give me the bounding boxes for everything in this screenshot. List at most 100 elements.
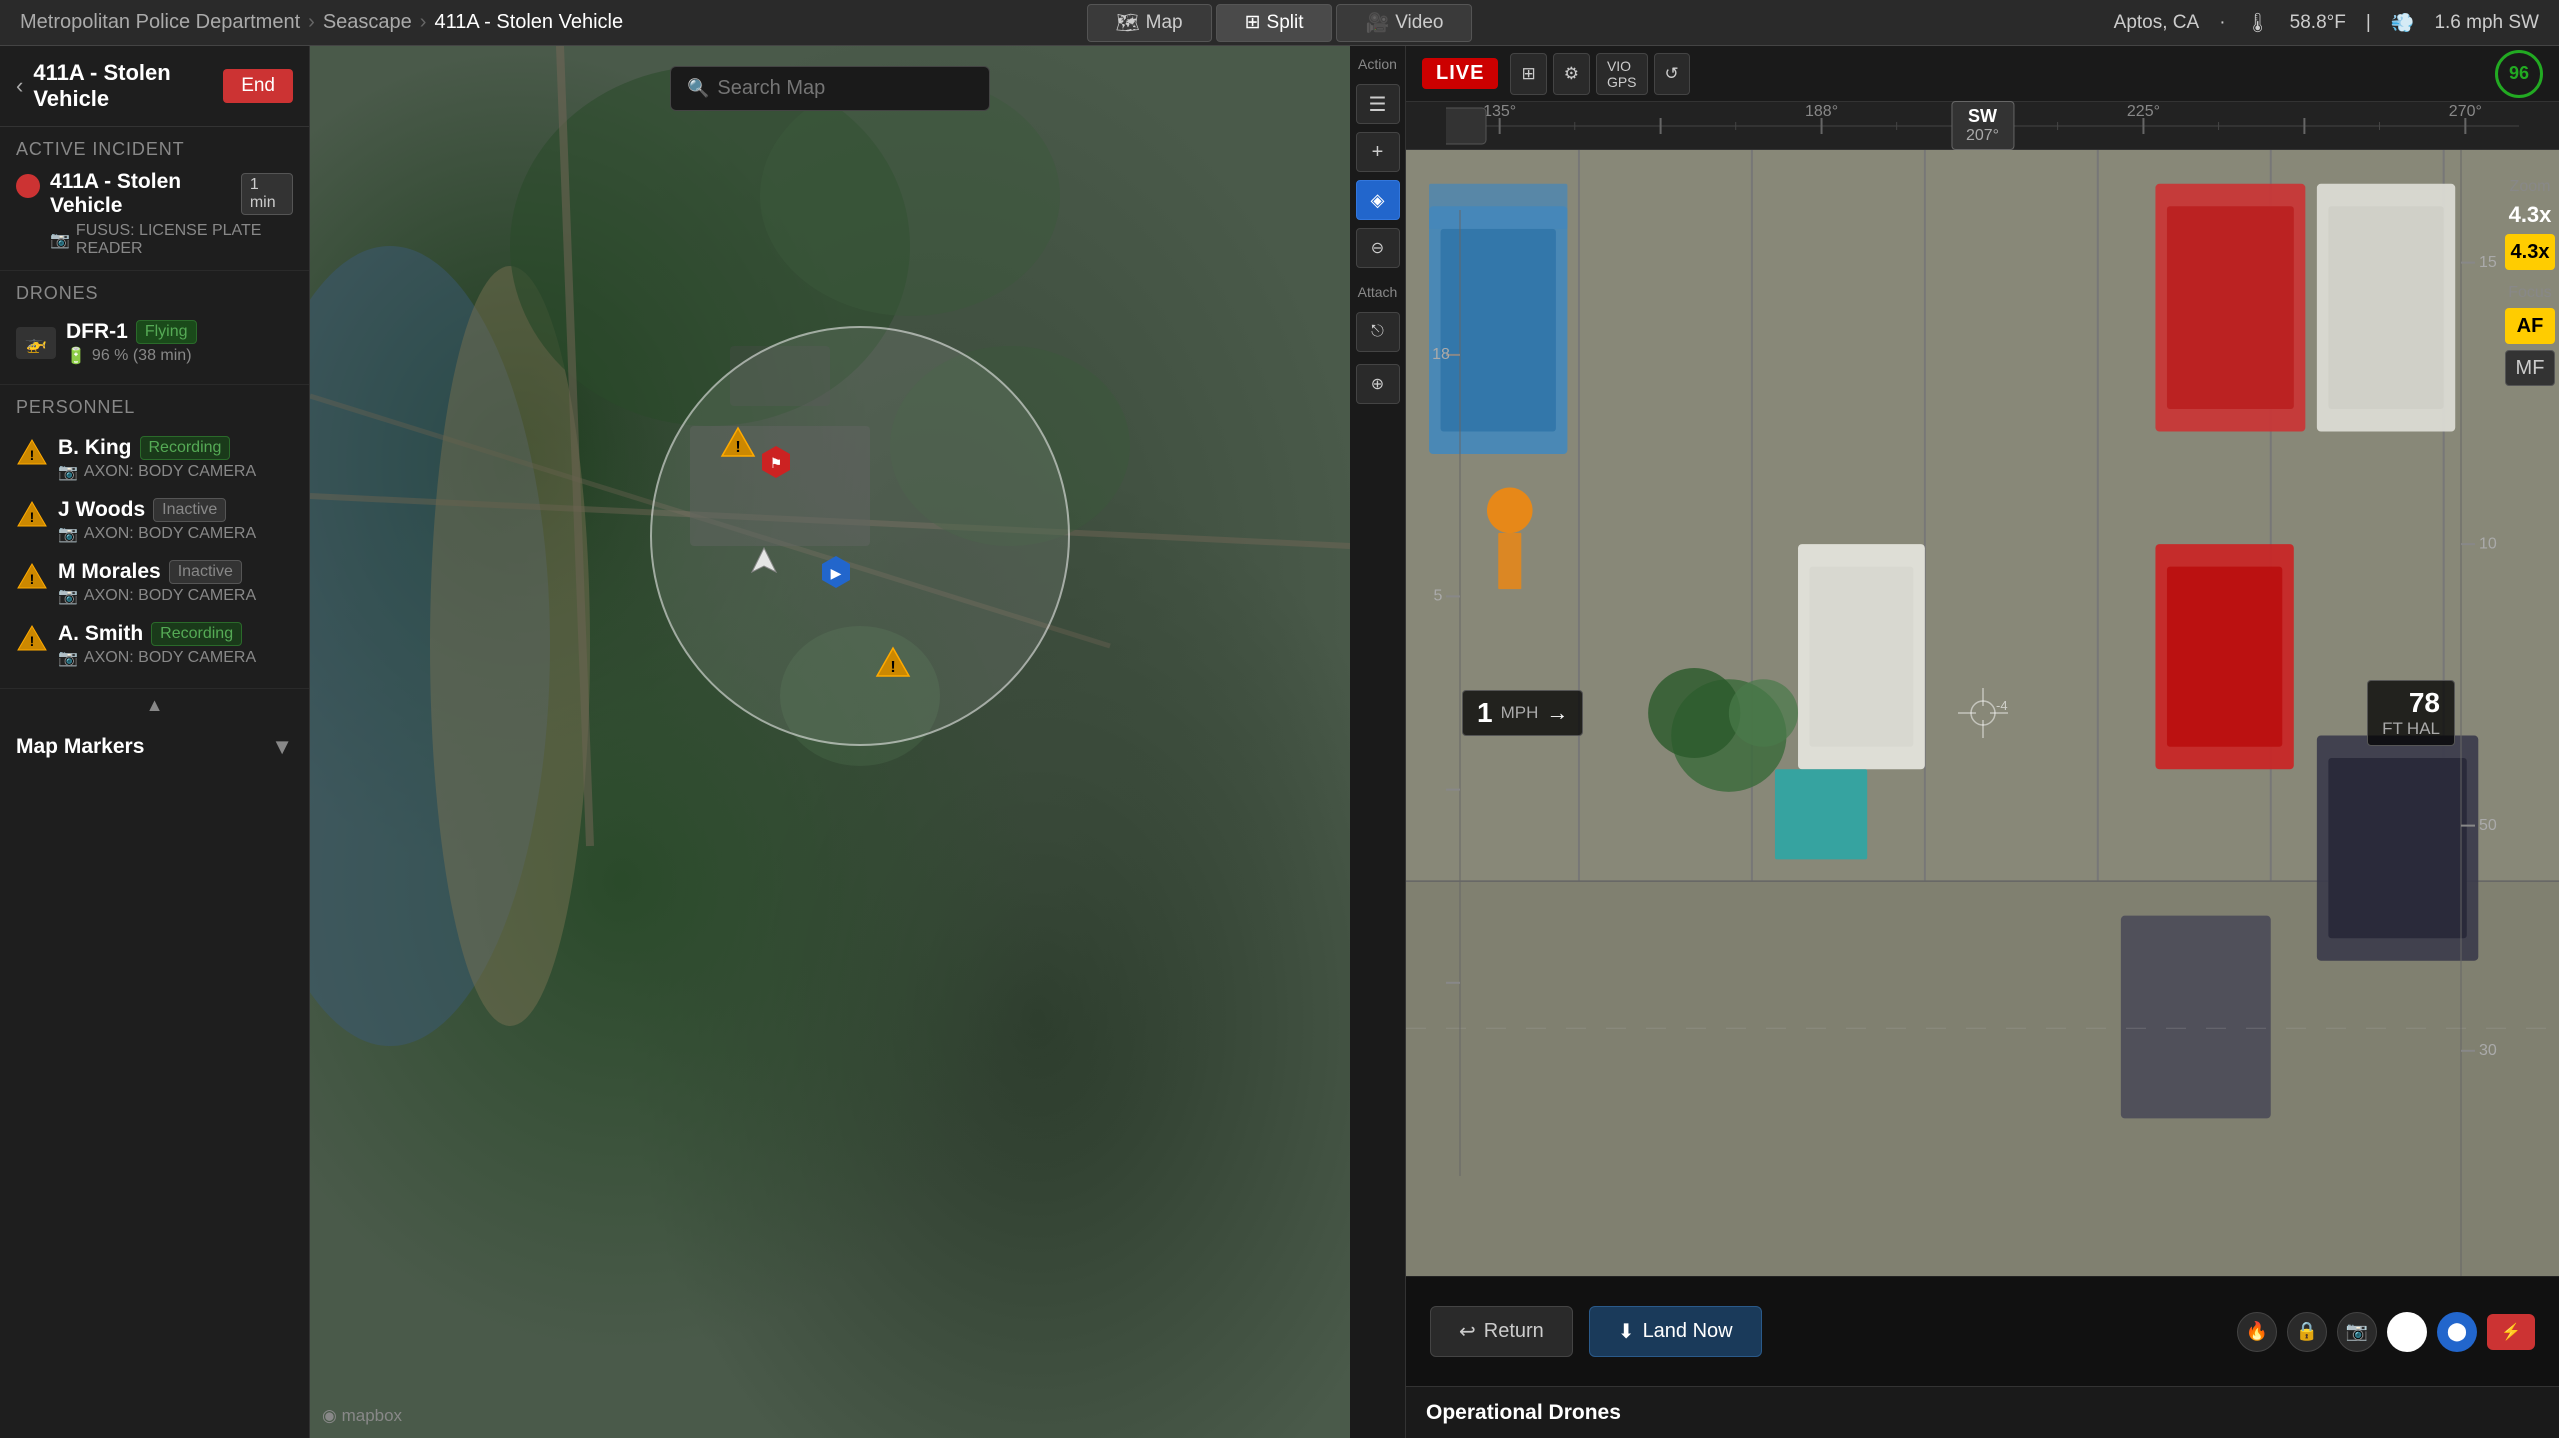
left-scale: 18 5: [1426, 210, 1462, 1176]
temperature-value: 58.8°F: [2290, 12, 2346, 34]
altitude-value: 78: [2382, 687, 2440, 719]
action-btn-extra[interactable]: ⊕: [1356, 364, 1400, 404]
personnel-mmorales: ! M Morales Inactive 📷 AXON: BODY CAMERA: [16, 552, 293, 614]
camera-icon: 📷: [50, 230, 70, 250]
altitude-unit: FT: [2382, 719, 2403, 739]
map-marker-blue: ▶: [820, 556, 852, 600]
white-circle-button[interactable]: ⬤: [2387, 1312, 2427, 1352]
separator: ·: [2219, 12, 2225, 34]
back-button[interactable]: ‹: [16, 73, 23, 99]
end-button[interactable]: End: [223, 69, 293, 103]
svg-text:▶: ▶: [831, 565, 842, 581]
tab-map[interactable]: 🗺 Map: [1087, 4, 1212, 42]
breadcrumb: Metropolitan Police Department › Seascap…: [20, 11, 623, 34]
action-btn-zoom-in[interactable]: +: [1356, 132, 1400, 172]
map-marker-white: [750, 546, 778, 580]
incident-name: 411A - Stolen Vehicle: [50, 170, 233, 218]
map-marker-red: ⚑: [760, 446, 792, 490]
camera-button[interactable]: 📷: [2337, 1312, 2377, 1352]
drone-battery: 🔋 96 % (38 min): [66, 346, 293, 366]
action-label: Action: [1358, 56, 1397, 72]
speed-indicator: 1 MPH →: [1462, 690, 1583, 736]
battery-circle: 96: [2495, 50, 2543, 98]
svg-text:!: !: [735, 439, 740, 456]
personnel-title: Personnel: [16, 397, 293, 418]
feed-ctrl-gps[interactable]: VIOGPS: [1596, 53, 1648, 95]
blue-circle-button[interactable]: ⬤: [2437, 1312, 2477, 1352]
incident-title: 411A - Stolen Vehicle: [33, 60, 213, 112]
mf-button[interactable]: MF: [2505, 350, 2555, 386]
warning-triangle-asmith: !: [16, 624, 48, 652]
action-btn-zoom-out[interactable]: ⊖: [1356, 228, 1400, 268]
bking-status: Recording: [140, 436, 231, 460]
action-btn-1[interactable]: ☰: [1356, 84, 1400, 124]
right-ruler-svg: 150 100 50 30: [2457, 150, 2497, 1276]
land-now-button[interactable]: ⬇ Land Now: [1589, 1306, 1762, 1357]
battery-icon: 🔋: [66, 346, 86, 366]
drone-info: DFR-1 Flying 🔋 96 % (38 min): [66, 320, 293, 366]
altitude-indicator: 78 FT HAL: [2367, 680, 2455, 746]
map-markers-section: Map Markers ▼: [0, 722, 309, 772]
incident-sub: 📷 FUSUS: LICENSE PLATE READER: [50, 222, 293, 258]
fire-button[interactable]: 🔥: [2237, 1312, 2277, 1352]
feed-ctrl-settings[interactable]: ⚙: [1553, 53, 1590, 95]
svg-text:5: 5: [1434, 588, 1443, 605]
search-input[interactable]: [717, 77, 973, 100]
feed-control-buttons: ⊞ ⚙ VIOGPS ↺: [1510, 53, 1689, 95]
live-badge: LIVE: [1422, 58, 1498, 89]
svg-text:50: 50: [2479, 817, 2497, 834]
map-area[interactable]: ! ⚑ ▶ ! 🔍 ◉ mapbox: [310, 46, 1350, 1438]
drones-title: Drones: [16, 283, 293, 304]
return-button[interactable]: ↩ Return: [1430, 1306, 1573, 1357]
return-icon: ↩: [1459, 1319, 1476, 1344]
collapse-button[interactable]: ▲: [0, 689, 309, 722]
view-tabs: 🗺 Map ⊞ Split 🎥 Video: [1087, 4, 1473, 42]
body-cam-icon3: 📷: [58, 586, 78, 606]
incident-header: ‹ 411A - Stolen Vehicle End: [0, 46, 309, 127]
op-drones-title: Operational Drones: [1426, 1401, 1621, 1425]
svg-text:!: !: [30, 509, 35, 525]
body-cam-icon2: 📷: [58, 524, 78, 544]
zoom-button[interactable]: 4.3x: [2505, 234, 2555, 270]
body-cam-icon4: 📷: [58, 648, 78, 668]
separator2: |: [2366, 12, 2371, 34]
breadcrumb-dept: Metropolitan Police Department: [20, 11, 300, 34]
mapbox-logo: ◉ mapbox: [322, 1406, 402, 1426]
svg-text:!: !: [30, 633, 35, 649]
person-bking-name: B. King: [58, 436, 132, 460]
personnel-bking: ! B. King Recording 📷 AXON: BODY CAMERA: [16, 428, 293, 490]
action-btn-location[interactable]: ◈: [1356, 180, 1400, 220]
op-drones-bar: Operational Drones: [1406, 1386, 2559, 1438]
person-asmith-name: A. Smith: [58, 622, 143, 646]
drone-feed-panel: LIVE ⊞ ⚙ VIOGPS ↺ 96: [1406, 46, 2559, 1438]
person-jwoods-name: J Woods: [58, 498, 145, 522]
split-icon: ⊞: [1245, 11, 1261, 34]
tab-video[interactable]: 🎥 Video: [1337, 4, 1473, 42]
action-btn-attach[interactable]: ⎋: [1356, 312, 1400, 352]
zoom-label: Zoom: [2510, 178, 2551, 196]
feed-ctrl-refresh[interactable]: ↺: [1654, 53, 1690, 95]
svg-text:188°: 188°: [1805, 103, 1838, 120]
body-cam-icon: 📷: [58, 462, 78, 482]
breadcrumb-incident: 411A - Stolen Vehicle: [434, 11, 623, 34]
video-bottom-controls: ↩ Return ⬇ Land Now 🔥 🔒 📷 ⬤ ⬤ ⚡: [1406, 1276, 2559, 1386]
map-icon: 🗺: [1116, 11, 1140, 35]
tab-split[interactable]: ⊞ Split: [1216, 4, 1333, 42]
speed-value: 1: [1477, 697, 1493, 729]
expand-button[interactable]: ▼: [271, 734, 293, 760]
right-scale: 150 100 50 30: [2457, 150, 2497, 1276]
af-button[interactable]: AF: [2505, 308, 2555, 344]
video-feed-area[interactable]: 18 5 1 MPH → 150 100 50: [1406, 150, 2559, 1276]
mapbox-icon: ◉: [322, 1406, 337, 1425]
person-mmorales-name: M Morales: [58, 560, 161, 584]
map-search-bar[interactable]: 🔍: [670, 66, 990, 111]
land-icon: ⬇: [1618, 1319, 1635, 1344]
active-incident-title: Active Incident: [16, 139, 293, 160]
attach-label: Attach: [1358, 284, 1398, 300]
drone-item: 🚁 DFR-1 Flying 🔋 96 % (38 min): [16, 314, 293, 372]
red-action-button[interactable]: ⚡: [2487, 1314, 2535, 1350]
personnel-jwoods: ! J Woods Inactive 📷 AXON: BODY CAMERA: [16, 490, 293, 552]
feed-ctrl-grid[interactable]: ⊞: [1510, 53, 1546, 95]
lock-button[interactable]: 🔒: [2287, 1312, 2327, 1352]
time-badge: 1 min: [241, 173, 293, 215]
